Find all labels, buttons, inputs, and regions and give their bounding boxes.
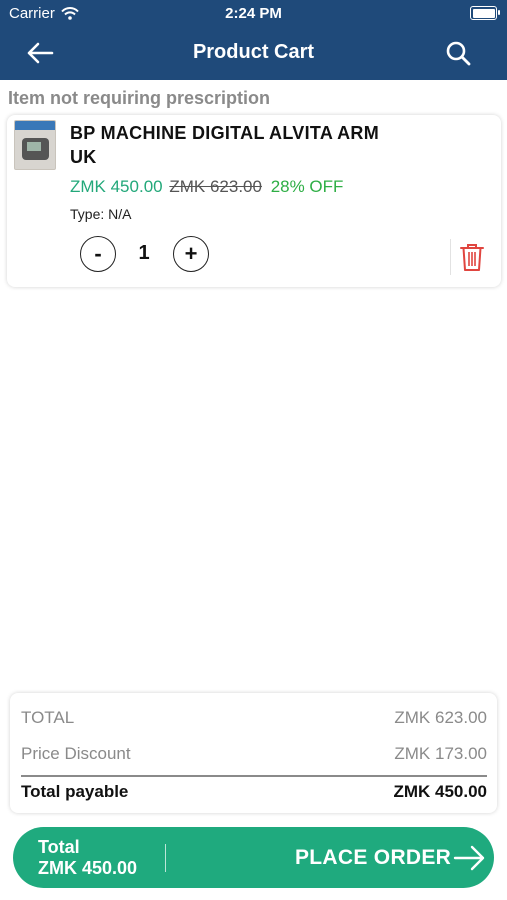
order-total-label: Total [38,837,80,857]
search-icon [446,41,471,66]
summary-payable-row: Total payable ZMK 450.00 [21,782,487,802]
order-summary: TOTAL ZMK 623.00 Price Discount ZMK 173.… [10,693,497,813]
price-row: ZMK 450.00 ZMK 623.00 28% OFF [70,177,343,197]
place-order-label: PLACE ORDER [295,846,452,869]
product-type: Type: N/A [70,206,132,222]
trash-icon [460,244,484,271]
order-bar-divider [165,844,166,872]
cart-item-card: BP MACHINE DIGITAL ALVITA ARM UK ZMK 450… [7,115,501,287]
product-name[interactable]: BP MACHINE DIGITAL ALVITA ARM UK [70,121,390,169]
top-bar: Carrier 2:24 PM Product Cart [0,0,507,80]
summary-payable-label: Total payable [21,782,129,801]
summary-discount-row: Price Discount ZMK 173.00 [21,744,487,764]
divider [450,239,451,275]
original-price: ZMK 623.00 [169,177,262,196]
status-bar: Carrier 2:24 PM [0,0,507,28]
search-button[interactable] [443,38,473,68]
page-title: Product Cart [192,41,315,63]
summary-divider [21,775,487,777]
order-total: Total ZMK 450.00 [38,837,137,879]
status-time: 2:24 PM [225,5,282,22]
decrease-quantity-button[interactable]: - [80,236,116,272]
summary-discount-value: ZMK 173.00 [394,744,487,763]
nav-bar: Product Cart [0,28,507,80]
discount-badge: 28% OFF [270,177,344,196]
summary-total-label: TOTAL [21,708,75,727]
order-total-value: ZMK 450.00 [38,858,138,878]
battery-icon [470,6,500,20]
section-label: Item not requiring prescription [8,88,271,108]
current-price: ZMK 450.00 [70,177,163,196]
summary-discount-label: Price Discount [21,744,131,763]
product-image[interactable] [14,120,56,170]
summary-payable-value: ZMK 450.00 [393,782,487,801]
quantity-value: 1 [138,242,150,264]
increase-quantity-button[interactable]: + [173,236,209,272]
place-order-button[interactable]: Total ZMK 450.00 PLACE ORDER [13,827,494,888]
arrow-right-icon [453,845,485,871]
summary-total-value: ZMK 623.00 [394,708,487,727]
remove-item-button[interactable] [459,242,485,272]
summary-total-row: TOTAL ZMK 623.00 [21,708,487,728]
